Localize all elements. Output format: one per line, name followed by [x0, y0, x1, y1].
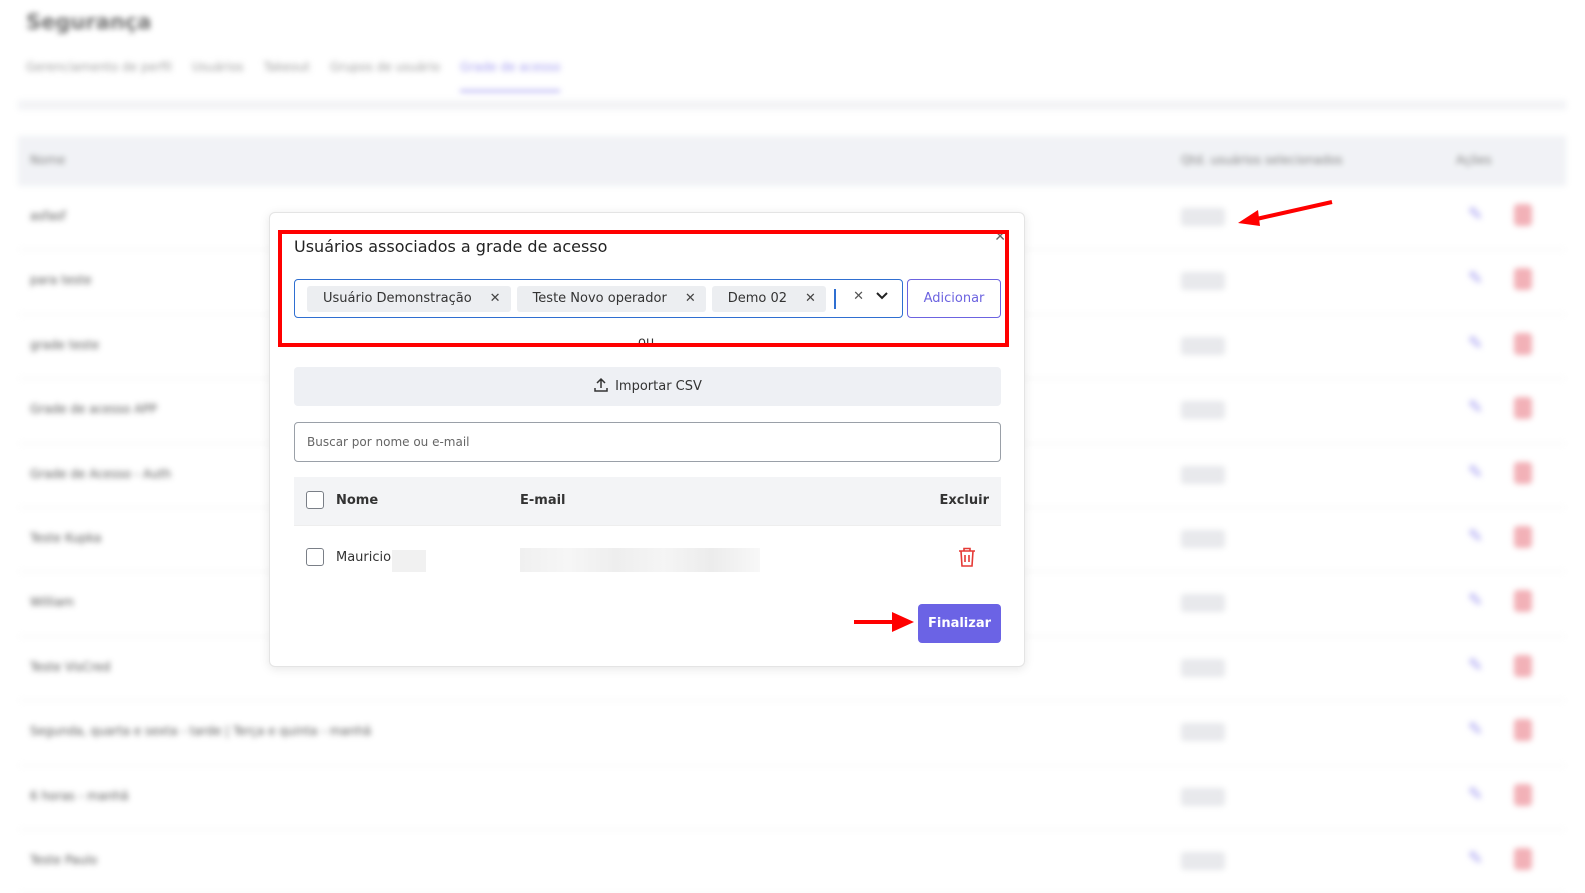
import-csv-label: Importar CSV	[615, 379, 702, 394]
finish-button[interactable]: Finalizar	[918, 604, 1001, 643]
user-name: Mauricio	[336, 550, 392, 565]
upload-icon	[593, 377, 609, 397]
redacted-surname	[392, 550, 426, 572]
associated-users-table: Nome E-mail Excluir Mauricio	[294, 477, 1001, 587]
search-input[interactable]	[294, 422, 1001, 462]
redacted-email	[520, 548, 760, 572]
select-all-checkbox[interactable]	[306, 491, 324, 509]
table-header: Nome E-mail Excluir	[294, 477, 1001, 525]
annotation-arrow-icon	[1238, 200, 1333, 226]
col-name: Nome	[336, 493, 379, 508]
col-delete: Excluir	[939, 493, 989, 508]
table-row: Mauricio	[294, 525, 1001, 587]
import-csv-button[interactable]: Importar CSV	[294, 367, 1001, 406]
row-checkbox[interactable]	[306, 548, 324, 566]
annotation-arrow-icon	[854, 612, 914, 632]
col-email: E-mail	[520, 493, 566, 508]
trash-icon[interactable]	[957, 546, 977, 568]
annotation-highlight-box	[278, 230, 1009, 347]
